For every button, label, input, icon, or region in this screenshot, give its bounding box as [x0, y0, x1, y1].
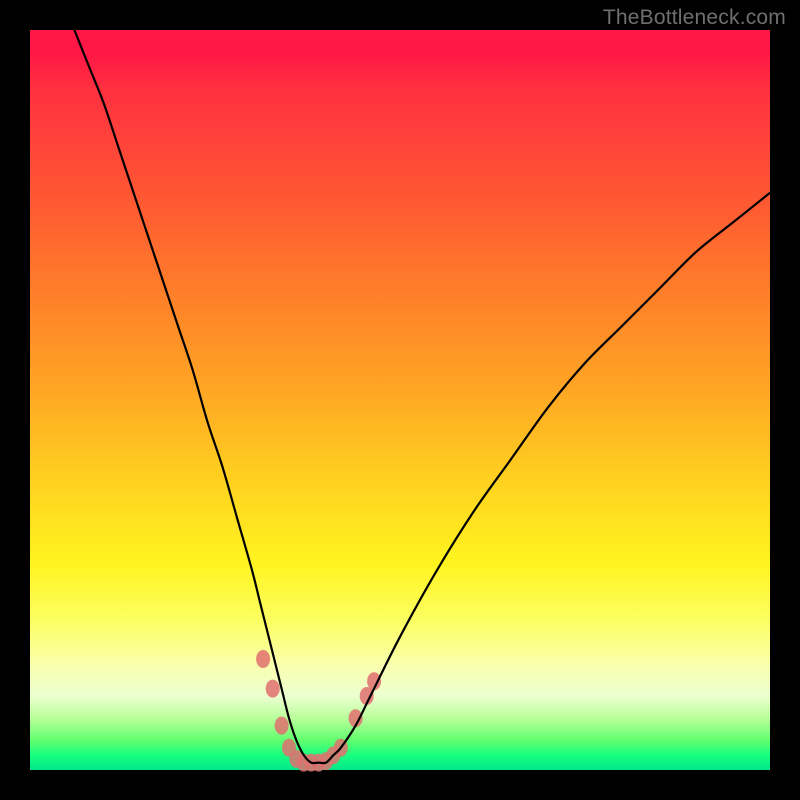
hot-zone-bead	[256, 650, 270, 668]
hot-zone-bead	[275, 717, 289, 735]
watermark-text: TheBottleneck.com	[603, 6, 786, 30]
chart-frame: TheBottleneck.com	[0, 0, 800, 800]
hot-zone-bead	[266, 680, 280, 698]
chart-svg	[30, 30, 770, 770]
bottleneck-curve	[74, 30, 770, 763]
plot-area	[30, 30, 770, 770]
